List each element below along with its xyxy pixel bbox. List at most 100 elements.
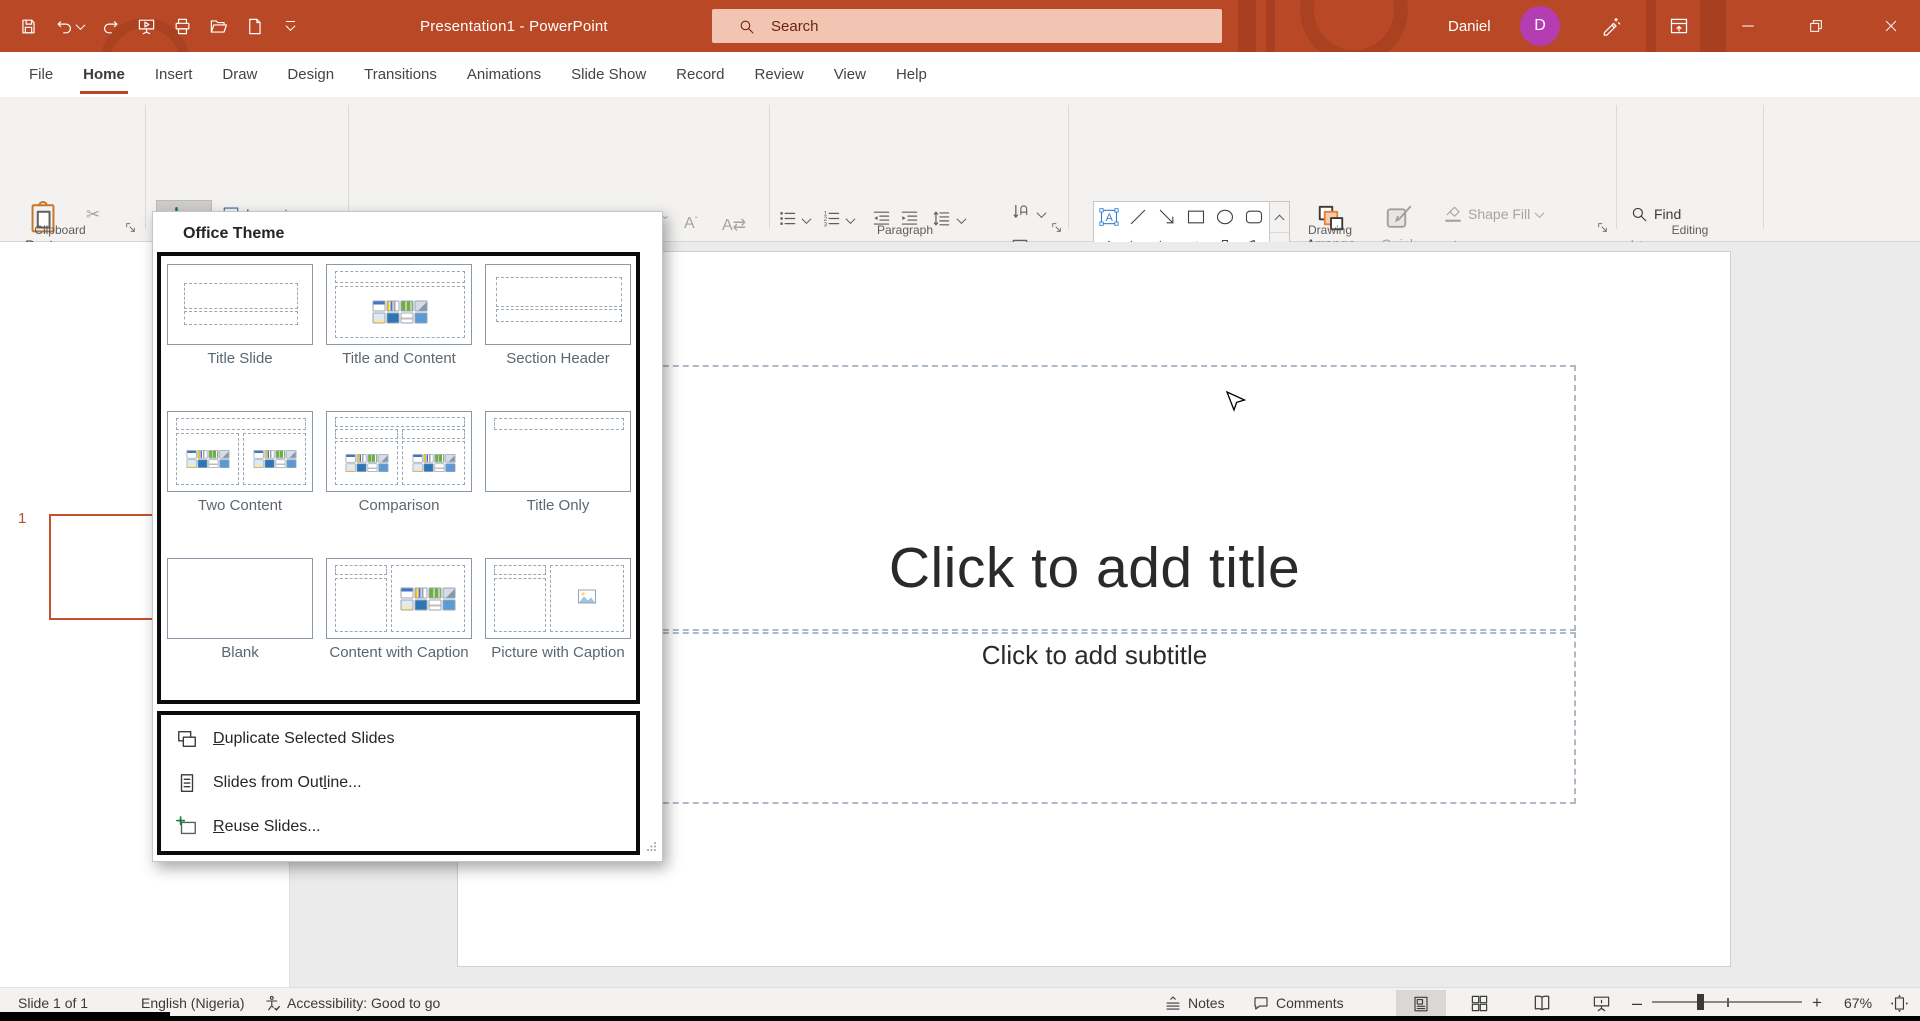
tab-record[interactable]: Record — [661, 52, 739, 97]
menu-item-label: Reuse Slides... — [213, 818, 321, 836]
line-icon[interactable] — [1123, 202, 1152, 233]
clear-formatting-icon[interactable]: A⇄ — [722, 215, 746, 235]
bullets-icon[interactable] — [778, 209, 797, 228]
layout-option-blank[interactable]: Blank — [167, 558, 313, 639]
zoom-level[interactable]: 67% — [1844, 988, 1872, 1018]
minimize-button[interactable] — [1720, 0, 1776, 52]
tab-animations[interactable]: Animations — [452, 52, 556, 97]
tab-file[interactable]: File — [14, 52, 68, 97]
layout-label: Title Only — [478, 496, 638, 516]
layout-thumbnail — [485, 264, 631, 345]
text-direction-chevron-icon[interactable] — [1037, 208, 1047, 218]
rectangle-icon[interactable] — [1181, 202, 1210, 233]
tab-design[interactable]: Design — [272, 52, 349, 97]
search-box[interactable] — [712, 9, 1222, 43]
cut-icon[interactable]: ✂ — [86, 205, 100, 225]
start-slideshow-icon[interactable] — [134, 14, 158, 38]
tab-home[interactable]: Home — [68, 52, 140, 97]
subtitle-placeholder[interactable]: Click to add subtitle — [613, 632, 1576, 804]
tab-slide-show[interactable]: Slide Show — [556, 52, 661, 97]
menu-item-duplicate-selected-slides[interactable]: Duplicate Selected Slides — [161, 716, 631, 761]
slide-sorter-view-button[interactable] — [1470, 988, 1489, 1018]
zoom-slider-thumb[interactable] — [1697, 994, 1704, 1010]
find-label: Find — [1654, 206, 1681, 222]
search-input[interactable] — [769, 17, 1153, 36]
paragraph-group-label: Paragraph — [850, 223, 960, 237]
layout-option-title-only[interactable]: Title Only — [485, 411, 631, 492]
titlebar-pattern — [1646, 0, 1656, 52]
tab-help[interactable]: Help — [881, 52, 942, 97]
tab-transitions[interactable]: Transitions — [349, 52, 452, 97]
close-button[interactable] — [1862, 0, 1920, 52]
reuse-icon — [176, 816, 198, 838]
powerpoint-window: Presentation1 - PowerPoint Daniel D File… — [0, 0, 1920, 1021]
notes-toggle[interactable]: Notes — [1164, 988, 1225, 1018]
tab-insert[interactable]: Insert — [140, 52, 208, 97]
redo-icon[interactable] — [98, 14, 122, 38]
layout-option-picture-with-caption[interactable]: Picture with Caption — [485, 558, 631, 639]
layout-thumbnail — [485, 411, 631, 492]
group-separator — [1068, 105, 1069, 229]
oval-icon[interactable] — [1211, 202, 1240, 233]
slide-thumbnail-selected[interactable] — [49, 514, 165, 620]
rounded-rectangle-icon[interactable] — [1240, 202, 1269, 233]
subtitle-placeholder-text: Click to add subtitle — [982, 640, 1207, 671]
layout-option-title-and-content[interactable]: Title and Content — [326, 264, 472, 345]
titlebar-pattern — [1238, 0, 1256, 52]
open-file-icon[interactable] — [206, 14, 230, 38]
menu-item-reuse-slides[interactable]: Reuse Slides... — [161, 804, 631, 849]
undo-icon[interactable] — [52, 14, 86, 38]
tab-view[interactable]: View — [819, 52, 881, 97]
save-icon[interactable] — [16, 14, 40, 38]
title-bar: Presentation1 - PowerPoint Daniel D — [0, 0, 1920, 52]
layout-option-two-content[interactable]: Two Content — [167, 411, 313, 492]
accessibility-status[interactable]: Accessibility: Good to go — [264, 988, 440, 1018]
normal-view-button[interactable] — [1396, 990, 1446, 1017]
customize-qat-icon[interactable] — [278, 14, 302, 38]
layout-label: Two Content — [160, 496, 320, 516]
fit-slide-to-window-button[interactable] — [1890, 988, 1909, 1018]
layout-option-content-with-caption[interactable]: Content with Caption — [326, 558, 472, 639]
user-name[interactable]: Daniel — [1448, 0, 1491, 52]
group-separator — [1616, 105, 1617, 229]
menu-item-label: Slides from Outline... — [213, 774, 362, 792]
title-placeholder[interactable]: Click to add title — [613, 365, 1576, 631]
find-button[interactable]: Find — [1630, 205, 1681, 223]
layout-label: Comparison — [319, 496, 479, 516]
restore-button[interactable] — [1788, 0, 1844, 52]
editing-group-label: Editing — [1635, 223, 1745, 237]
layout-option-comparison[interactable]: Comparison — [326, 411, 472, 492]
zoom-in-button[interactable]: + — [1812, 988, 1822, 1018]
line-arrow-icon[interactable] — [1152, 202, 1181, 233]
new-file-icon[interactable] — [242, 14, 266, 38]
paragraph-dialog-launcher[interactable] — [1050, 221, 1064, 235]
avatar[interactable]: D — [1520, 6, 1560, 46]
text-box-icon[interactable]: A — [1094, 202, 1123, 233]
ribbon-display-options-icon[interactable] — [1656, 0, 1702, 52]
print-preview-icon[interactable] — [170, 14, 194, 38]
zoom-out-button[interactable]: – — [1632, 988, 1642, 1018]
comments-toggle[interactable]: Comments — [1252, 988, 1344, 1018]
clipboard-dialog-launcher[interactable] — [124, 221, 138, 235]
status-bar: Slide 1 of 1 English (Nigeria) Accessibi… — [0, 987, 1920, 1018]
mouse-cursor — [1225, 391, 1247, 415]
coming-soon-icon[interactable] — [1588, 0, 1634, 52]
layout-label: Picture with Caption — [478, 643, 638, 663]
numbering-icon[interactable]: 123 — [822, 209, 841, 228]
bullets-chevron-icon[interactable] — [802, 214, 812, 224]
text-direction-icon[interactable] — [1010, 203, 1030, 223]
drawing-dialog-launcher[interactable] — [1596, 221, 1610, 235]
layout-option-title-slide[interactable]: Title Slide — [167, 264, 313, 345]
tab-draw[interactable]: Draw — [207, 52, 272, 97]
layout-option-section-header[interactable]: Section Header — [485, 264, 631, 345]
tab-review[interactable]: Review — [740, 52, 819, 97]
resize-grip[interactable] — [646, 839, 657, 857]
group-separator — [1763, 105, 1764, 229]
slide-show-button[interactable] — [1592, 988, 1611, 1018]
comments-label: Comments — [1276, 995, 1344, 1011]
menu-item-slides-from-outline[interactable]: Slides from Outline... — [161, 760, 631, 805]
shrink-font-icon[interactable]: Aˇ — [684, 215, 698, 233]
layout-label: Title Slide — [160, 349, 320, 369]
shape-fill-button[interactable]: Shape Fill — [1444, 205, 1543, 223]
reading-view-button[interactable] — [1532, 988, 1552, 1018]
